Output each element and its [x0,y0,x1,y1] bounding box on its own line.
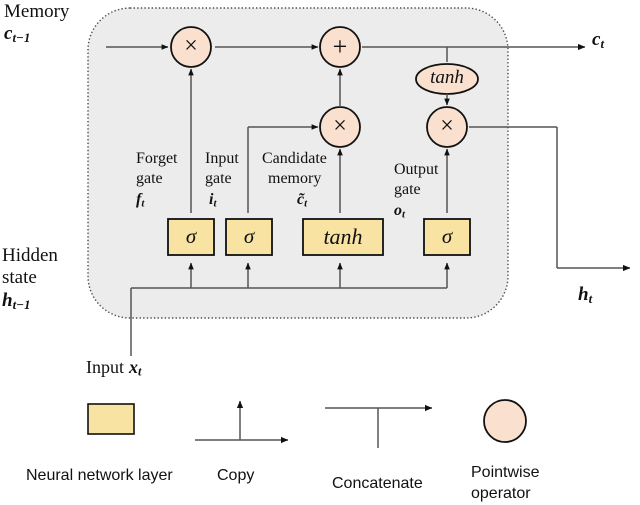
legend-neural-network-layer-label: Neural network layer [26,467,173,484]
input-gate-activation-label: σ [243,224,255,248]
candidate-name-line1: Candidate [262,150,327,167]
memory-output-symbol-sub: t [600,35,605,51]
legend-copy-icon [195,400,289,444]
output-gate-symbol-sub: t [402,208,406,221]
legend-neural-network-layer-icon [87,403,135,435]
memory-output-symbol: ct [592,29,605,51]
hidden-input-symbol-base: h [2,290,13,311]
forget-gate-activation-label: σ [185,224,197,248]
input-symbol-sub: t [138,364,142,379]
output-gate-activation-label: σ [441,224,453,248]
input-symbol-base: x [129,357,138,377]
memory-input-symbol: ct−1 [4,23,31,45]
candidate-symbol: c̃t [297,191,307,210]
output-gate-name-line2: gate [394,181,421,198]
output-gate-symbol: ot [394,202,405,221]
lstm-diagram-canvas [87,7,631,448]
hidden-input-title-line1: Hidden [2,245,58,266]
cell-tanh-glyph: tanh [430,67,464,88]
forget-gate-name-line2: gate [136,170,163,187]
hidden-output-symbol-sub: t [588,290,593,306]
hidden-input-symbol-sub: t−1 [12,296,31,312]
input-gate-symbol-sub: t [213,197,217,210]
input-symbol: xt [129,357,142,379]
legend-copy-label: Copy [217,467,255,484]
legend-pointwise-operator-icon [483,399,527,443]
candidate-multiply-glyph: × [333,113,347,139]
input-gate-symbol: it [209,191,216,210]
output-gate-symbol-base: o [394,202,402,219]
hidden-output-symbol-base: h [578,284,589,305]
candidate-activation-label: tanh [323,224,363,249]
legend-pointwise-operator-label-line2: operator [471,485,531,502]
candidate-name-line2: memory [268,170,322,187]
output-multiply-glyph: × [440,113,454,139]
legend-concatenate-label: Concatenate [332,475,423,492]
memory-input-symbol-sub: t−1 [12,29,31,45]
input-label-text: Input [86,357,124,377]
add-glyph: + [332,32,348,61]
output-gate-name-line1: Output [394,161,439,178]
lstm-diagram-figure: Memory ct−1 ct Hidden state ht−1 ht Inpu… [0,0,640,505]
forget-multiply-glyph: × [184,33,198,59]
input-gate-name-line1: Input [205,150,239,167]
legend-concatenate-icon [325,404,433,448]
candidate-symbol-sub: t [304,197,308,210]
hidden-input-symbol: ht−1 [2,290,31,312]
hidden-output-symbol: ht [578,284,593,306]
input-gate-name-line2: gate [205,170,232,187]
legend-pointwise-operator-label-line1: Pointwise [471,464,540,481]
hidden-input-title-line2: state [2,267,37,288]
input-label: Input xt [86,357,142,379]
forget-gate-name-line1: Forget [136,150,178,167]
forget-gate-symbol: ft [136,191,144,210]
forget-gate-symbol-sub: t [141,197,145,210]
memory-input-title: Memory [4,1,70,22]
